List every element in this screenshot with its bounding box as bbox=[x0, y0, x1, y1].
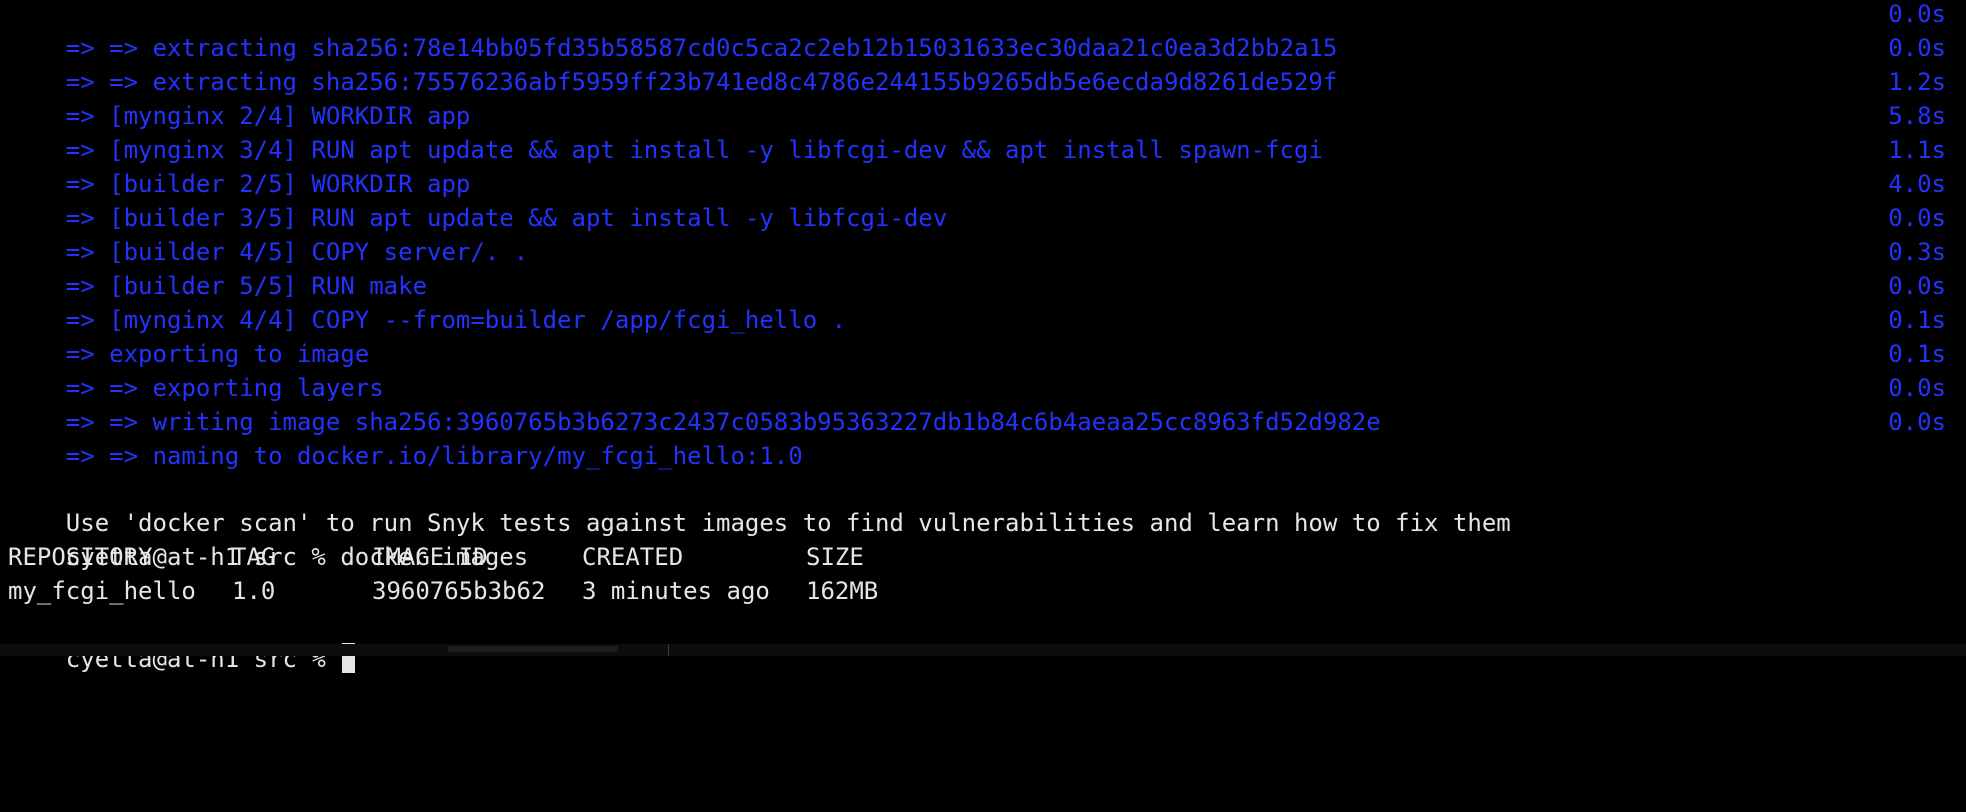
strip-divider bbox=[668, 644, 669, 656]
cell-image-id: 3960765b3b62 bbox=[372, 577, 546, 605]
build-line-text: => => naming to docker.io/library/my_fcg… bbox=[65, 442, 803, 470]
header-size: SIZE bbox=[806, 543, 864, 571]
build-line-duration: 0.0s bbox=[1888, 204, 1946, 232]
strip-thumbnail bbox=[448, 646, 618, 652]
header-image-id: IMAGE ID bbox=[372, 543, 488, 571]
header-created: CREATED bbox=[582, 543, 684, 571]
build-line-duration: 0.0s bbox=[1888, 408, 1946, 436]
build-line: => => writing image sha256:3960765b3b627… bbox=[8, 371, 1946, 436]
build-line: => => extracting sha256:75576236abf5959f… bbox=[8, 31, 1946, 96]
images-table-header: REPOSITORY TAG IMAGE ID CREATED SIZE bbox=[8, 540, 1946, 574]
cell-tag: 1.0 bbox=[232, 577, 276, 605]
header-repository: REPOSITORY bbox=[8, 543, 153, 571]
build-line: => => extracting sha256:78e14bb05fd35b58… bbox=[8, 0, 1946, 62]
build-line-duration: 4.0s bbox=[1888, 170, 1946, 198]
build-line-duration: 1.1s bbox=[1888, 136, 1946, 164]
build-line-duration: 0.0s bbox=[1888, 374, 1946, 402]
terminal-window[interactable]: => => extracting sha256:78e14bb05fd35b58… bbox=[0, 0, 1966, 673]
build-line-duration: 0.3s bbox=[1888, 238, 1946, 266]
build-line-duration: 0.0s bbox=[1888, 0, 1946, 28]
header-tag: TAG bbox=[232, 543, 276, 571]
build-line-duration: 0.0s bbox=[1888, 34, 1946, 62]
build-line-duration: 0.1s bbox=[1888, 340, 1946, 368]
build-line: => [mynginx 3/4] RUN apt update && apt i… bbox=[8, 99, 1946, 164]
cell-created: 3 minutes ago bbox=[582, 577, 770, 605]
build-line: => => naming to docker.io/library/my_fcg… bbox=[8, 405, 1946, 470]
build-line: => [builder 4/5] COPY server/. . 0.0s bbox=[8, 201, 1946, 266]
build-line: => exporting to image 0.1s bbox=[8, 303, 1946, 368]
scan-hint: Use 'docker scan' to run Snyk tests agai… bbox=[8, 472, 1946, 537]
build-line: => [builder 5/5] RUN make 0.3s bbox=[8, 235, 1946, 300]
build-line: => => exporting layers 0.1s bbox=[8, 337, 1946, 402]
build-line: => [builder 3/5] RUN apt update && apt i… bbox=[8, 167, 1946, 232]
build-line-duration: 0.0s bbox=[1888, 272, 1946, 300]
command-line: cyetta@at-h1 src % docker images bbox=[8, 506, 1946, 571]
cell-repository: my_fcgi_hello bbox=[8, 577, 196, 605]
table-row: my_fcgi_hello 1.0 3960765b3b62 3 minutes… bbox=[8, 574, 1946, 608]
build-line: => [mynginx 4/4] COPY --from=builder /ap… bbox=[8, 269, 1946, 334]
bottom-strip bbox=[0, 644, 1966, 656]
build-line-duration: 5.8s bbox=[1888, 102, 1946, 130]
build-line: => [builder 2/5] WORKDIR app 1.1s bbox=[8, 133, 1946, 198]
build-line-duration: 1.2s bbox=[1888, 68, 1946, 96]
build-line-duration: 0.1s bbox=[1888, 306, 1946, 334]
prompt-line[interactable]: cyetta@at-h1 src % bbox=[8, 608, 1946, 673]
cell-size: 162MB bbox=[806, 577, 879, 605]
build-line: => [mynginx 2/4] WORKDIR app 1.2s bbox=[8, 65, 1946, 130]
